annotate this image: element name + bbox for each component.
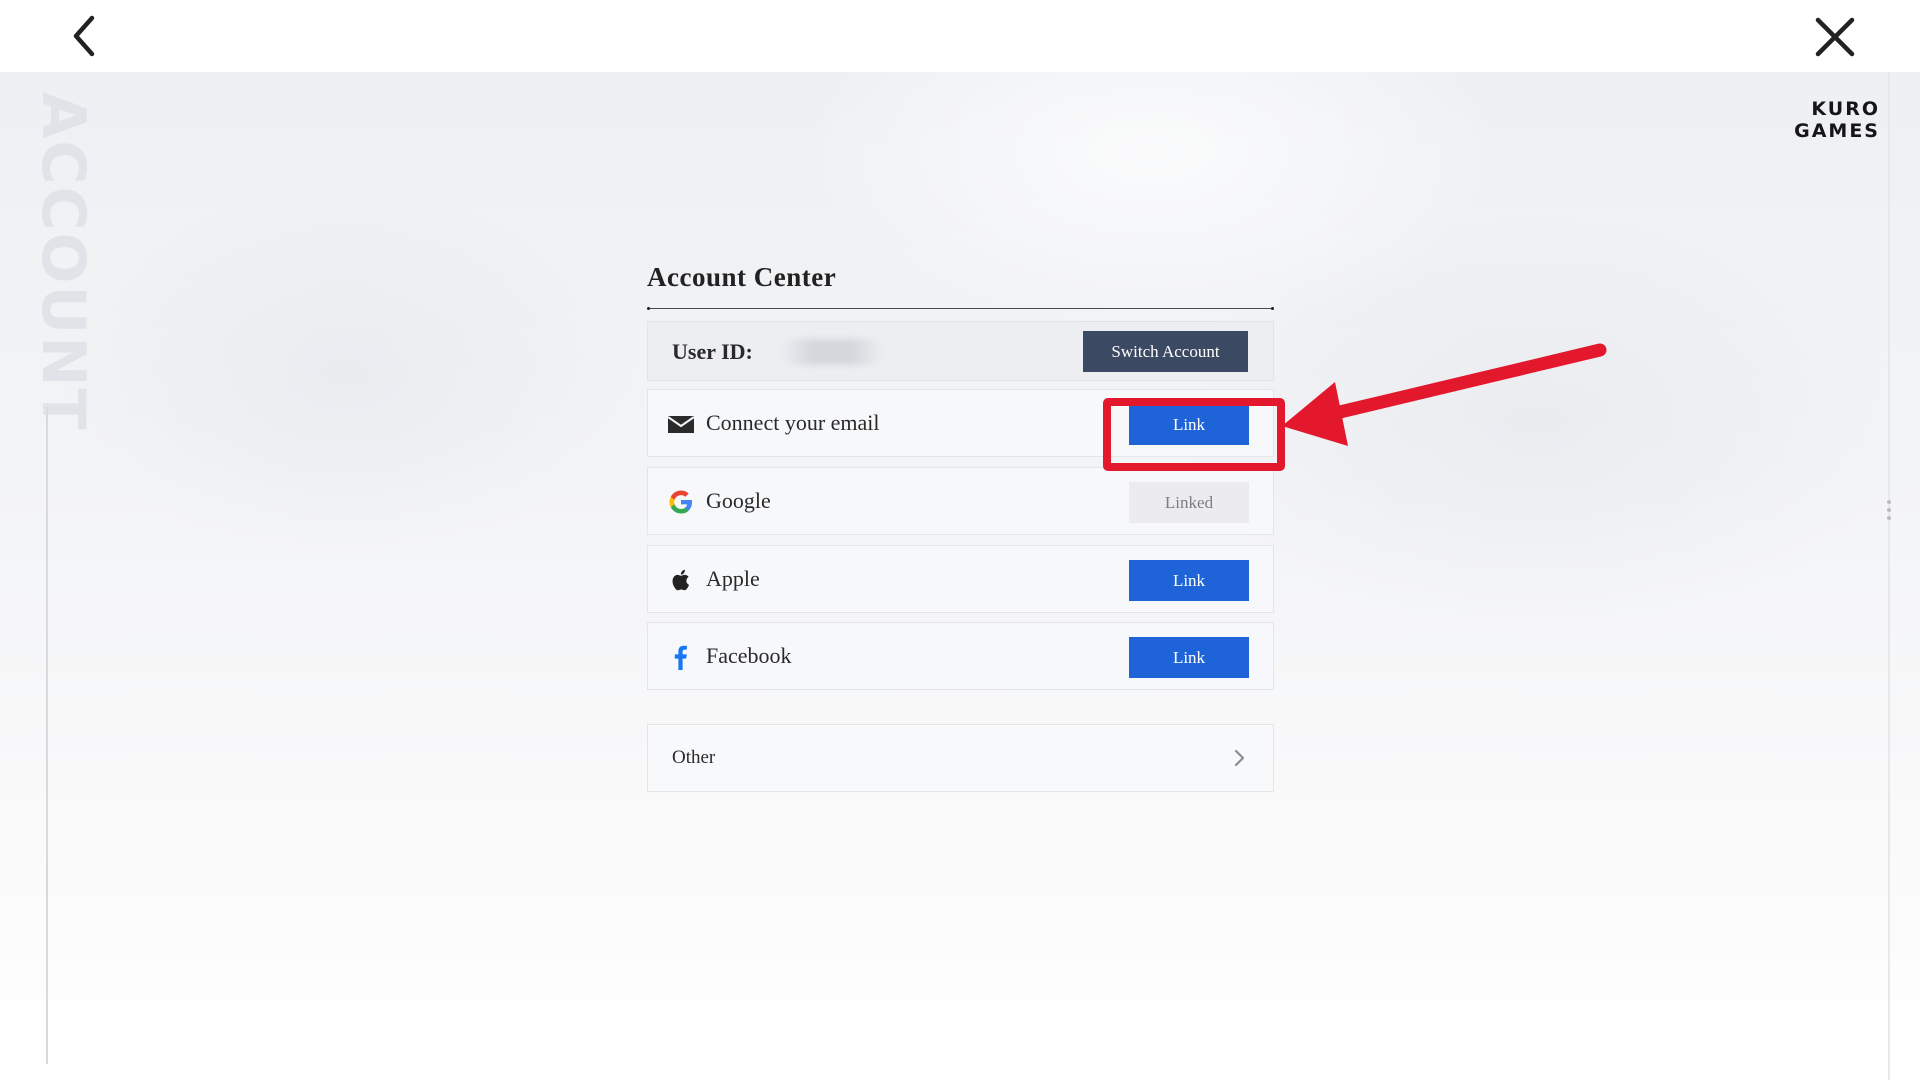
apple-row: Apple Link (647, 545, 1274, 613)
panel-title: Account Center (647, 262, 837, 292)
user-id-label: User ID: (672, 339, 753, 364)
side-watermark-text: ACCOUNT (28, 92, 98, 432)
close-icon[interactable] (1812, 14, 1858, 60)
right-divider (1888, 72, 1890, 1080)
title-divider (647, 307, 1274, 310)
google-label: Google (706, 488, 771, 513)
back-arrow-icon[interactable] (64, 14, 108, 58)
annotation-arrow-icon (1282, 343, 1607, 446)
email-label: Connect your email (706, 410, 880, 435)
email-link-button[interactable]: Link (1129, 404, 1249, 445)
google-icon (669, 490, 692, 514)
google-row: Google Linked (647, 467, 1274, 535)
facebook-link-button[interactable]: Link (1129, 637, 1249, 678)
google-linked-button: Linked (1129, 482, 1249, 523)
apple-icon (672, 569, 689, 591)
user-id-row: User ID: Switch Account (647, 321, 1274, 381)
side-watermark: ACCOUNT (28, 92, 106, 431)
chevron-right-icon (1234, 749, 1245, 767)
user-id-value-blurred (782, 339, 882, 365)
email-row: Connect your email Link (647, 389, 1274, 457)
brand-logo: KURO GAMES (1794, 98, 1880, 142)
apple-label: Apple (706, 566, 760, 591)
facebook-icon (674, 645, 687, 670)
facebook-label: Facebook (706, 643, 792, 668)
more-dots-icon[interactable] (1885, 500, 1893, 524)
switch-account-button[interactable]: Switch Account (1083, 331, 1248, 372)
other-options-row[interactable]: Other (647, 724, 1274, 792)
facebook-row: Facebook Link (647, 622, 1274, 690)
top-bar (0, 0, 1920, 72)
side-divider (46, 407, 48, 1064)
other-label: Other (672, 747, 716, 768)
mail-icon (667, 416, 695, 433)
apple-link-button[interactable]: Link (1129, 560, 1249, 601)
